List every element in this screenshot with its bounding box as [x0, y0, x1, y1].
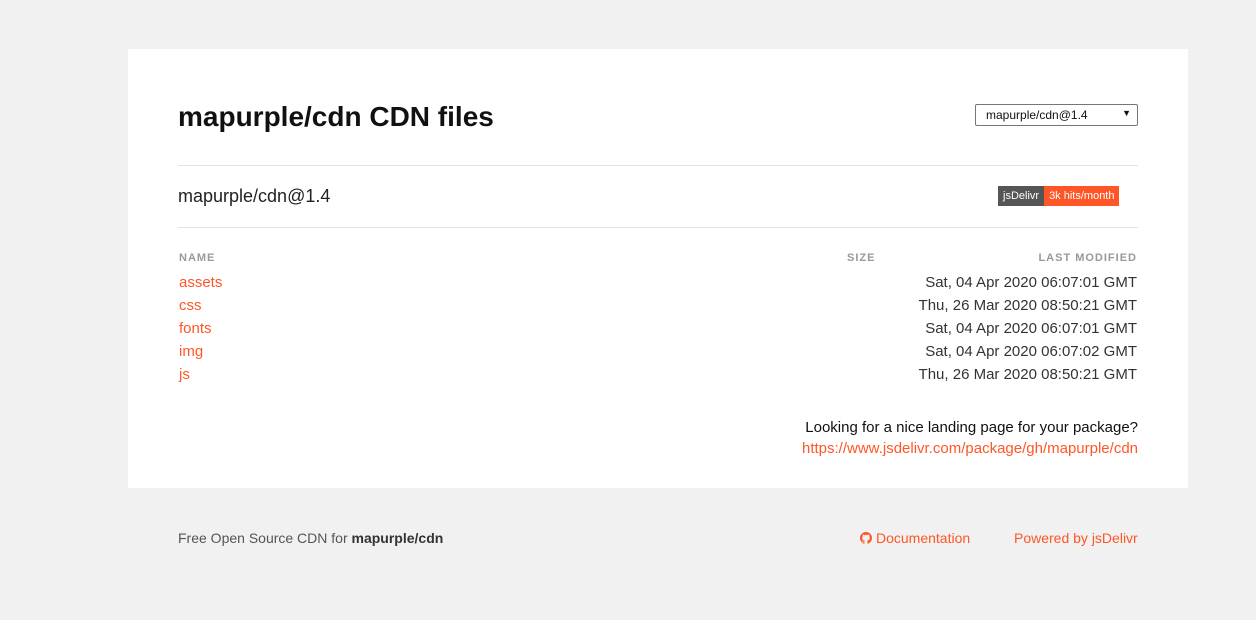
- dropdown-arrow-icon: ▼: [1122, 108, 1131, 118]
- file-modified: Sat, 04 Apr 2020 06:07:01 GMT: [925, 274, 1137, 291]
- file-link[interactable]: js: [179, 365, 190, 385]
- column-name: NAME: [179, 252, 216, 264]
- footer-prefix: Free Open Source CDN for: [178, 530, 352, 546]
- table-row: img Sat, 04 Apr 2020 06:07:02 GMT: [179, 342, 1137, 365]
- file-link[interactable]: fonts: [179, 319, 212, 339]
- file-link[interactable]: css: [179, 296, 202, 316]
- file-modified: Thu, 26 Mar 2020 08:50:21 GMT: [918, 366, 1137, 383]
- table-row: fonts Sat, 04 Apr 2020 06:07:01 GMT: [179, 319, 1137, 342]
- file-modified: Sat, 04 Apr 2020 06:07:02 GMT: [925, 343, 1137, 360]
- version-select[interactable]: mapurple/cdn@1.4 ▼: [975, 104, 1138, 126]
- file-listing-card: mapurple/cdn CDN files mapurple/cdn@1.4 …: [128, 49, 1188, 488]
- file-link[interactable]: assets: [179, 273, 222, 293]
- landing-page-question: Looking for a nice landing page for your…: [805, 419, 1138, 436]
- badge-value: 3k hits/month: [1044, 186, 1120, 206]
- file-modified: Thu, 26 Mar 2020 08:50:21 GMT: [918, 297, 1137, 314]
- documentation-link[interactable]: Documentation: [860, 529, 970, 547]
- page-title: mapurple/cdn CDN files: [178, 101, 494, 132]
- table-header: NAME SIZE LAST MODIFIED: [179, 252, 1137, 266]
- divider: [178, 227, 1138, 228]
- version-select-value: mapurple/cdn@1.4: [986, 108, 1088, 122]
- package-version-heading: mapurple/cdn@1.4: [178, 186, 331, 206]
- divider: [178, 165, 1138, 166]
- landing-page-link[interactable]: https://www.jsdelivr.com/package/gh/mapu…: [802, 439, 1138, 459]
- table-row: js Thu, 26 Mar 2020 08:50:21 GMT: [179, 365, 1137, 388]
- badge-label: jsDelivr: [998, 186, 1045, 206]
- footer-package: mapurple/cdn: [351, 530, 444, 546]
- documentation-label: Documentation: [876, 530, 971, 546]
- github-icon: [860, 532, 872, 544]
- column-last-modified: LAST MODIFIED: [1038, 252, 1137, 264]
- table-row: css Thu, 26 Mar 2020 08:50:21 GMT: [179, 296, 1137, 319]
- file-modified: Sat, 04 Apr 2020 06:07:01 GMT: [925, 320, 1137, 337]
- table-row: assets Sat, 04 Apr 2020 06:07:01 GMT: [179, 273, 1137, 296]
- column-size: SIZE: [847, 252, 876, 264]
- hits-badge[interactable]: jsDelivr 3k hits/month: [998, 186, 1120, 206]
- powered-by-link[interactable]: Powered by jsDelivr: [1014, 529, 1138, 547]
- file-table: assets Sat, 04 Apr 2020 06:07:01 GMT css…: [179, 273, 1137, 388]
- footer-tagline: Free Open Source CDN for mapurple/cdn: [178, 529, 443, 547]
- file-link[interactable]: img: [179, 342, 203, 362]
